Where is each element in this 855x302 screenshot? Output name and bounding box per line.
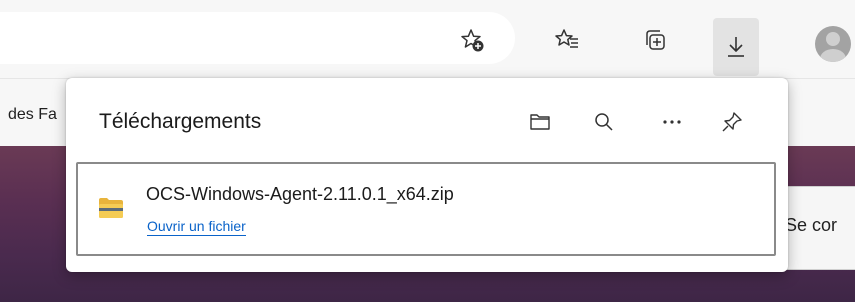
zip-folder-icon — [99, 198, 123, 218]
star-add-icon — [461, 29, 484, 52]
open-file-link[interactable]: Ouvrir un fichier — [147, 218, 246, 236]
collections-button[interactable] — [633, 18, 677, 62]
avatar[interactable] — [815, 26, 851, 62]
favorites-button[interactable] — [545, 18, 589, 62]
more-icon — [663, 120, 681, 124]
browser-toolbar — [0, 0, 855, 78]
download-arrow-icon — [728, 37, 744, 57]
page-signin-label: Se cor — [785, 215, 838, 235]
favorites-list-icon — [555, 29, 578, 48]
collections-icon — [646, 30, 665, 50]
open-downloads-folder-button[interactable] — [522, 104, 558, 140]
downloads-title: Téléchargements — [99, 110, 262, 133]
search-icon — [595, 113, 613, 131]
favorites-bar-item[interactable]: des Fa — [8, 106, 57, 124]
download-item[interactable]: OCS-Windows-Agent-2.11.0.1_x64.zip Ouvri… — [76, 162, 776, 256]
folder-icon — [530, 114, 550, 130]
download-filename: OCS-Windows-Agent-2.11.0.1_x64.zip — [146, 184, 454, 204]
more-options-button[interactable] — [654, 104, 690, 140]
pin-downloads-button[interactable] — [714, 104, 750, 140]
search-downloads-button[interactable] — [586, 104, 622, 140]
downloads-flyout: Téléchargements OCS-Windows-Agent-2.11.0… — [66, 78, 788, 272]
address-bar[interactable] — [0, 12, 515, 64]
add-favorite-button[interactable] — [450, 18, 494, 62]
downloads-button[interactable] — [713, 18, 759, 76]
pin-icon — [722, 112, 742, 132]
